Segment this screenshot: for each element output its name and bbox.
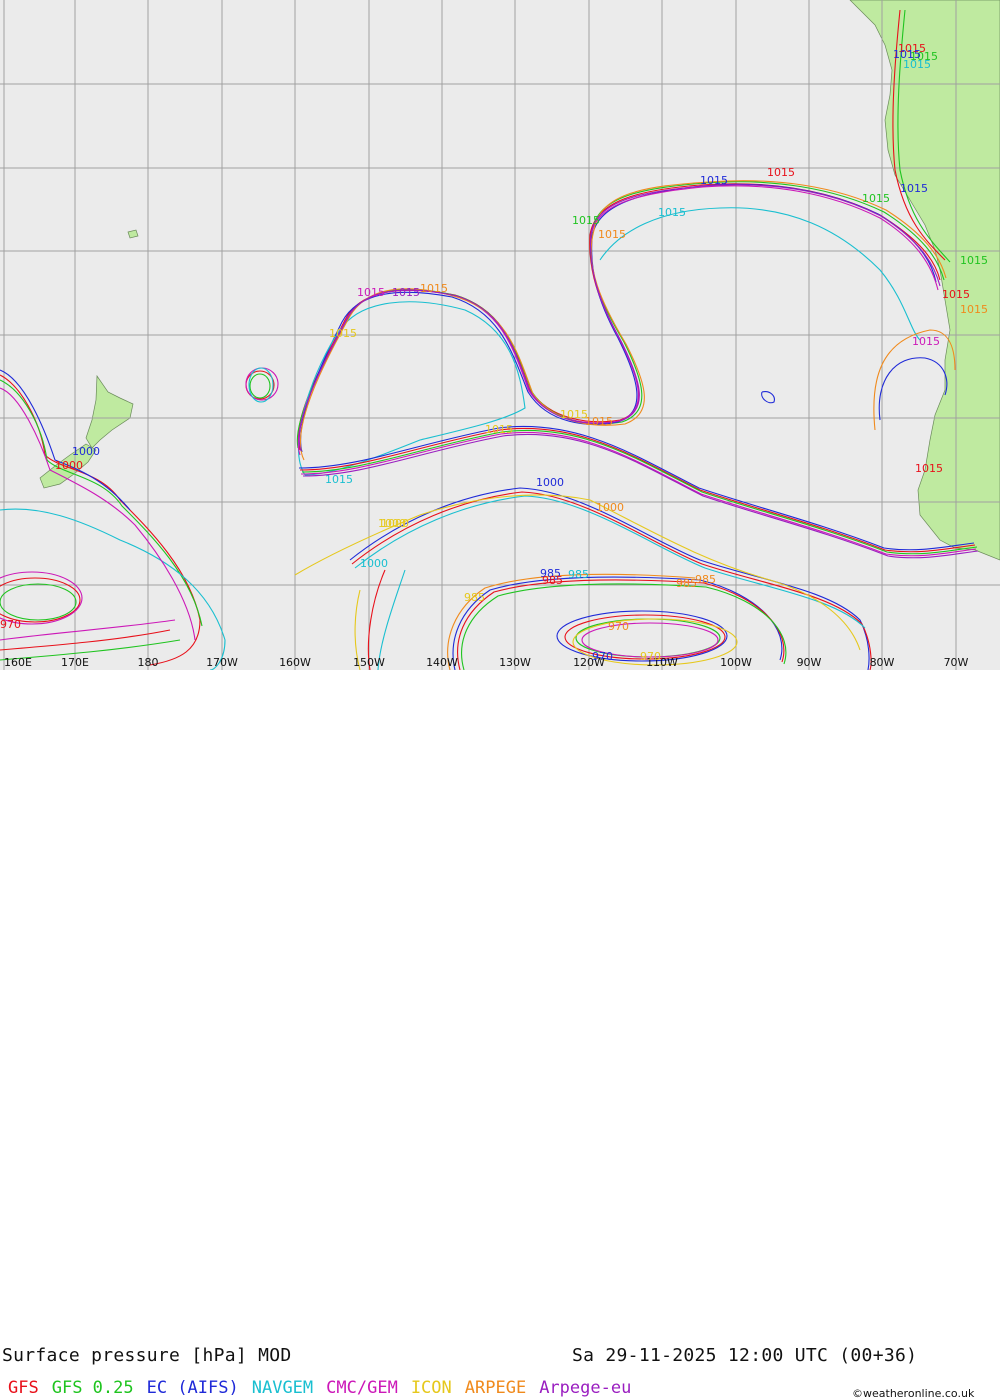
legend-item: EC (AIFS) bbox=[146, 1378, 239, 1398]
x-tick-label: 140W bbox=[426, 656, 458, 669]
isobar-label: 1015 bbox=[325, 473, 353, 486]
x-tick-label: 180 bbox=[138, 656, 159, 669]
model-legend: GFS GFS 0.25 EC (AIFS) NAVGEM CMC/GEM ICON ARP… bbox=[8, 1378, 644, 1398]
x-tick-label: 80W bbox=[870, 656, 895, 669]
isobar-label: 970 bbox=[0, 618, 21, 631]
x-tick-label: 90W bbox=[797, 656, 822, 669]
isobar-label: 1015 bbox=[357, 286, 385, 299]
x-tick-label: 170W bbox=[206, 656, 238, 669]
isobar-label: 1015 bbox=[767, 166, 795, 179]
isobar-label: 1000 bbox=[378, 517, 406, 530]
legend-item: ARPEGE bbox=[464, 1378, 527, 1398]
isobar-label: 1015 bbox=[420, 282, 448, 295]
isobar-label: 1015 bbox=[329, 327, 357, 340]
isobar-label: 1015 bbox=[485, 423, 513, 436]
isobar-label: 970 bbox=[640, 650, 661, 663]
isobar-label: 970 bbox=[608, 620, 629, 633]
x-tick-label: 70W bbox=[944, 656, 969, 669]
x-tick-label: 130W bbox=[499, 656, 531, 669]
isobar-label: 1000 bbox=[360, 557, 388, 570]
x-tick-label: 160E bbox=[4, 656, 32, 669]
legend-item: Arpege-eu bbox=[539, 1378, 632, 1398]
footer: Surface pressure [hPa] MOD Sa 29-11-2025… bbox=[0, 670, 1000, 1400]
isobar-label: 1000 bbox=[596, 501, 624, 514]
isobar-label: 985 bbox=[568, 568, 589, 581]
legend-item: ICON bbox=[410, 1378, 452, 1398]
isobar-label: 1015 bbox=[960, 254, 988, 267]
legend-item: CMC/GEM bbox=[326, 1378, 398, 1398]
isobar-label: 1015 bbox=[862, 192, 890, 205]
isobar-label: 1015 bbox=[903, 58, 931, 71]
x-tick-label: 150W bbox=[353, 656, 385, 669]
x-tick-label: 160W bbox=[279, 656, 311, 669]
isobar-label: 985 bbox=[695, 573, 716, 586]
isobar-label: 1015 bbox=[560, 408, 588, 421]
map-title: Surface pressure [hPa] MOD bbox=[2, 1345, 292, 1366]
isobar-label: 1015 bbox=[572, 214, 600, 227]
x-tick-label: 100W bbox=[720, 656, 752, 669]
legend-item: GFS bbox=[8, 1378, 39, 1398]
legend-item: GFS 0.25 bbox=[51, 1378, 134, 1398]
x-tick-label: 170E bbox=[61, 656, 89, 669]
isobar-label: 985 bbox=[676, 577, 697, 590]
isobar-label: 1000 bbox=[72, 445, 100, 458]
isobar-label: 1015 bbox=[915, 462, 943, 475]
isobar-label: 1015 bbox=[960, 303, 988, 316]
isobar-label: 1015 bbox=[942, 288, 970, 301]
isobar-label: 1015 bbox=[658, 206, 686, 219]
isobar-label: 1000 bbox=[536, 476, 564, 489]
isobar-label: 985 bbox=[464, 591, 485, 604]
map-datetime: Sa 29-11-2025 12:00 UTC (00+36) bbox=[572, 1345, 918, 1366]
credit-text[interactable]: ©weatheronline.co.uk bbox=[852, 1387, 974, 1400]
legend-item: NAVGEM bbox=[251, 1378, 314, 1398]
isobar-label: 1015 bbox=[585, 415, 613, 428]
isobar-label: 1015 bbox=[598, 228, 626, 241]
isobar-label: 1015 bbox=[900, 182, 928, 195]
pressure-map: 160E 170E 180 170W 160W 150W 140W 130W 120W 110W 1… bbox=[0, 0, 1000, 670]
isobar-label: 1015 bbox=[392, 286, 420, 299]
isobar-label: 1015 bbox=[700, 174, 728, 187]
isobar-label: 985 bbox=[542, 574, 563, 587]
isobar-label: 1000 bbox=[55, 459, 83, 472]
isobar-label: 970 bbox=[592, 650, 613, 663]
isobar-label: 1015 bbox=[912, 335, 940, 348]
